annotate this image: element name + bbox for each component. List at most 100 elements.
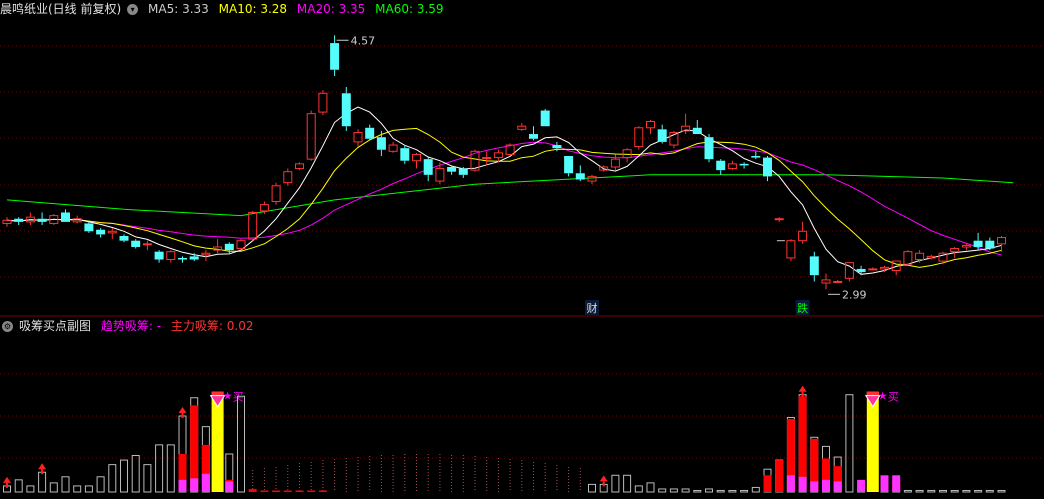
candle[interactable] [306,110,316,161]
candle[interactable] [213,239,223,254]
sub-bar[interactable] [939,489,947,493]
candle[interactable] [646,119,655,135]
candle[interactable] [973,232,983,251]
sub-bar[interactable] [38,471,47,493]
sub-bar[interactable] [950,489,959,493]
candle[interactable] [587,174,597,185]
sub-bar[interactable] [716,489,725,493]
candle[interactable] [868,267,878,271]
sub-bar[interactable] [751,486,760,493]
sub-bar[interactable] [810,436,819,493]
candle[interactable] [985,237,995,251]
candle[interactable] [388,141,398,153]
candle[interactable] [131,239,141,249]
candle[interactable] [423,157,433,182]
candle[interactable] [365,124,375,141]
sub-bar[interactable] [786,417,795,493]
candle[interactable] [154,250,164,263]
candle[interactable] [166,250,176,263]
sub-bar[interactable] [73,485,82,493]
sub-bar[interactable] [61,476,70,493]
candle[interactable] [739,162,749,169]
candle[interactable] [716,159,726,175]
sub-chart-bars[interactable]: ★ 买 ★ 买 [3,390,1006,493]
candle[interactable] [997,235,1006,252]
sub-bar[interactable] [623,474,632,493]
candle[interactable] [575,165,585,182]
sub-bar[interactable] [927,489,936,493]
candle[interactable] [25,212,35,226]
candle[interactable] [517,123,527,131]
sub-bar[interactable] [892,475,901,493]
sub-bar[interactable] [131,455,140,493]
sub-bar[interactable] [845,394,854,493]
candle[interactable] [435,162,445,185]
sub-bar[interactable] [201,426,210,493]
candle[interactable] [529,126,538,141]
candle[interactable] [692,119,702,135]
sub-bar[interactable] [49,482,58,493]
candle[interactable] [248,210,258,241]
candle[interactable] [330,35,340,77]
candle[interactable] [833,279,843,284]
sub-bar[interactable] [248,470,257,492]
candle[interactable] [236,239,246,251]
sub-bar[interactable] [260,468,269,492]
sub-bar[interactable] [857,479,866,493]
candle[interactable] [821,273,831,290]
candle[interactable] [376,130,386,157]
sub-bar[interactable] [833,456,842,493]
candle[interactable] [119,234,129,243]
sub-bar[interactable] [611,474,620,493]
sub-bar[interactable] [646,482,655,493]
candle[interactable] [341,87,351,131]
candle[interactable] [798,221,808,244]
sub-bar[interactable] [903,489,912,493]
sub-bar[interactable]: ★ 买 [209,390,244,492]
candle[interactable] [458,166,468,178]
sub-bar[interactable] [669,488,678,493]
sub-bar[interactable] [190,397,199,493]
candle[interactable] [400,145,410,164]
sub-bar[interactable] [84,485,93,493]
sub-bar[interactable] [225,453,234,493]
sub-bar[interactable] [974,489,983,493]
sub-bar[interactable] [588,483,596,493]
sub-bar[interactable] [962,489,971,493]
candle[interactable] [727,160,737,171]
candle[interactable] [564,156,574,177]
candle[interactable] [271,182,281,205]
candle[interactable] [540,108,550,127]
sub-bar[interactable] [915,489,924,493]
sub-bar[interactable] [26,485,35,493]
candle[interactable] [178,256,187,263]
sub-bar[interactable] [705,488,713,493]
sub-bar[interactable] [96,476,105,493]
candle[interactable] [704,134,714,163]
candle[interactable] [622,148,632,163]
candle[interactable] [915,250,925,263]
candle[interactable] [318,90,328,116]
sub-bar[interactable] [283,465,292,492]
sub-bar[interactable] [658,488,667,493]
candle[interactable] [681,113,691,135]
sub-bar[interactable] [763,468,772,493]
chevron-down-icon[interactable]: ▾ [127,4,139,15]
sub-bar[interactable] [775,459,784,493]
sub-bar[interactable] [143,464,152,493]
candle[interactable] [142,240,152,251]
candle[interactable] [37,212,47,226]
sub-bar[interactable] [740,489,749,493]
gear-icon[interactable]: ⚙ [2,321,13,332]
sub-bar[interactable] [272,467,281,492]
candle[interactable] [295,162,304,171]
candle[interactable] [763,156,772,182]
sub-bar[interactable] [178,415,187,493]
candle[interactable] [774,217,784,222]
candle[interactable] [107,228,117,240]
sub-bar[interactable] [237,395,245,493]
candle[interactable] [61,209,70,222]
sub-bar[interactable] [997,489,1006,493]
candle[interactable] [2,217,12,227]
sub-bar[interactable] [880,475,889,493]
